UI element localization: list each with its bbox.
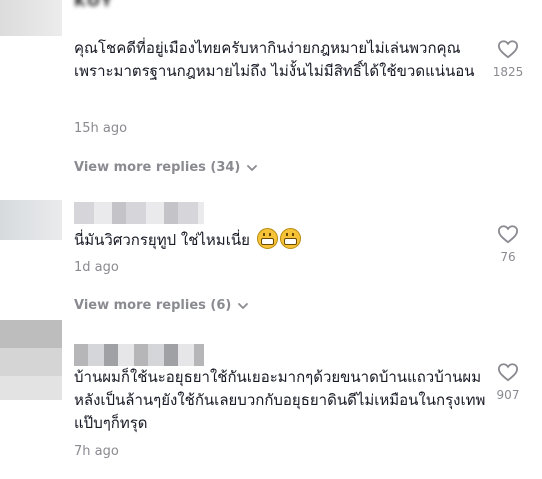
grinning-face-icon (279, 228, 301, 249)
comment-username[interactable]: KOY (74, 0, 114, 12)
like-button[interactable]: 1825 (484, 39, 532, 79)
like-count: 1825 (492, 65, 524, 79)
comment-time: 7h ago (74, 444, 119, 459)
comment-text: บ้านผมก็ใช้นะอยุธยาใช้กันเยอะมากๆด้วยขนา… (74, 368, 486, 432)
comment-text: นี่มันวิศวกรยุทูป ใช่ไหมเนี่ย (74, 228, 486, 252)
view-more-replies-label: View more replies (6) (74, 298, 232, 313)
comment-text: คุณโชคดีที่อยู่เมืองไทยครับหากินง่ายกฎหม… (74, 39, 475, 80)
comment-time: 15h ago (74, 121, 128, 136)
view-more-replies-button[interactable]: View more replies (34) (74, 160, 258, 175)
chevron-down-icon (238, 302, 249, 309)
view-more-replies-button[interactable]: View more replies (6) (74, 298, 249, 313)
comment-username-blurred[interactable] (74, 202, 204, 224)
comment-username-blurred[interactable] (74, 344, 204, 366)
like-count: 907 (496, 388, 520, 402)
grinning-face-icon (256, 228, 278, 249)
heart-outline-icon (497, 363, 519, 382)
like-button[interactable]: 76 (484, 224, 532, 264)
comment-text-content: นี่มันวิศวกรยุทูป ใช่ไหมเนี่ย (74, 231, 250, 249)
heart-outline-icon (497, 40, 519, 59)
like-button[interactable]: 907 (484, 362, 532, 402)
avatar[interactable] (0, 200, 62, 240)
like-count: 76 (500, 250, 516, 264)
chevron-down-icon (247, 164, 258, 171)
comment-time: 1d ago (74, 260, 119, 275)
heart-outline-icon (497, 225, 519, 244)
view-more-replies-label: View more replies (34) (74, 160, 241, 175)
avatar[interactable] (0, 320, 62, 400)
avatar[interactable] (0, 0, 62, 36)
